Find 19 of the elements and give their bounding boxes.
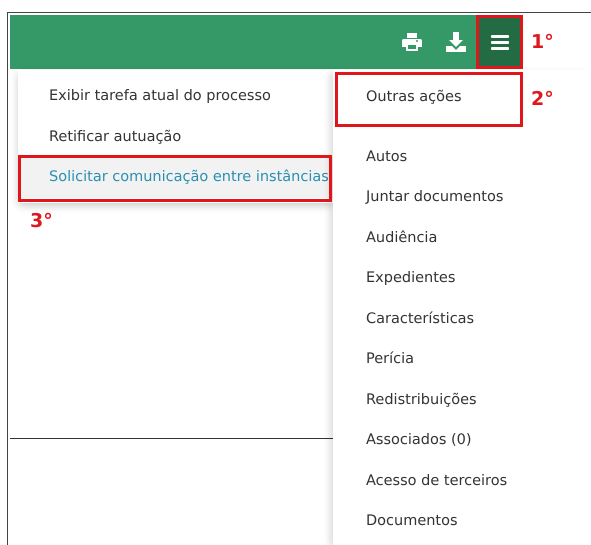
download-icon: [446, 32, 466, 52]
menu-item[interactable]: Audiência: [333, 218, 591, 258]
menu-item[interactable]: Perícia: [333, 339, 591, 380]
menu-item[interactable]: Documentos: [333, 501, 591, 542]
menu-item[interactable]: Características: [333, 298, 591, 339]
menu-item[interactable]: Exibir tarefa atual do processo: [18, 76, 333, 116]
menu-item[interactable]: Juntar documentos: [333, 177, 591, 218]
print-icon: [402, 33, 422, 51]
step-label: 2°: [531, 90, 554, 109]
highlight-frame: [476, 15, 523, 69]
menu-item[interactable]: Retificar autuação: [18, 116, 333, 157]
menu-item[interactable]: Expedientes: [333, 258, 591, 298]
step-label: 1°: [531, 33, 554, 52]
menu-icon: [490, 34, 508, 50]
menu-item[interactable]: Autos: [333, 136, 591, 177]
step-label: 3°: [30, 212, 53, 230]
menu-item[interactable]: Acesso de terceiros: [333, 460, 591, 501]
menu-item[interactable]: Redistribuições: [333, 380, 591, 420]
menu-item[interactable]: Associados (0): [333, 420, 591, 460]
